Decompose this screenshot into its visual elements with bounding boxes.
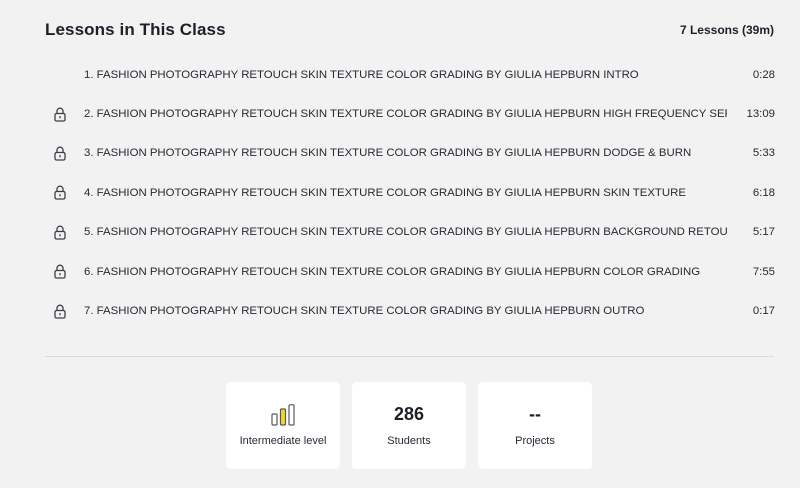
lesson-title[interactable]: 6. FASHION PHOTOGRAPHY RETOUCH SKIN TEXT… bbox=[69, 266, 727, 278]
lesson-duration: 0:28 bbox=[752, 68, 775, 81]
lesson-duration: 5:17 bbox=[752, 226, 775, 239]
lesson-row[interactable]: 1. FASHION PHOTOGRAPHY RETOUCH SKIN TEXT… bbox=[45, 55, 775, 94]
lesson-title[interactable]: 7. FASHION PHOTOGRAPHY RETOUCH SKIN TEXT… bbox=[69, 305, 727, 317]
level-bar-3 bbox=[288, 404, 295, 426]
lessons-page: Lessons in This Class 7 Lessons (39m) 1.… bbox=[0, 0, 800, 488]
lesson-duration: 0:17 bbox=[752, 305, 775, 318]
level-bar-2 bbox=[279, 408, 287, 426]
lock-icon bbox=[45, 223, 69, 241]
lesson-duration: 6:18 bbox=[752, 186, 775, 199]
lesson-count: 7 Lessons (39m) bbox=[679, 23, 774, 37]
lesson-title[interactable]: 4. FASHION PHOTOGRAPHY RETOUCH SKIN TEXT… bbox=[69, 187, 727, 199]
lessons-header: Lessons in This Class 7 Lessons (39m) bbox=[45, 20, 774, 40]
lock-icon bbox=[45, 263, 69, 281]
class-stats: Intermediate level 286 Students -- Proje… bbox=[226, 382, 592, 469]
level-bar-1 bbox=[271, 413, 278, 426]
students-count: 286 bbox=[393, 404, 425, 424]
level-bars-icon bbox=[271, 404, 295, 426]
level-label: Intermediate level bbox=[239, 435, 327, 447]
lesson-title[interactable]: 3. FASHION PHOTOGRAPHY RETOUCH SKIN TEXT… bbox=[69, 147, 727, 159]
lesson-duration: 13:09 bbox=[746, 108, 775, 121]
lesson-title[interactable]: 1. FASHION PHOTOGRAPHY RETOUCH SKIN TEXT… bbox=[69, 69, 727, 81]
lock-icon bbox=[45, 66, 69, 84]
projects-label: Projects bbox=[515, 435, 555, 447]
section-title: Lessons in This Class bbox=[45, 20, 226, 39]
lock-icon bbox=[45, 184, 69, 202]
lesson-row[interactable]: 2. FASHION PHOTOGRAPHY RETOUCH SKIN TEXT… bbox=[45, 94, 775, 133]
lesson-row[interactable]: 5. FASHION PHOTOGRAPHY RETOUCH SKIN TEXT… bbox=[45, 213, 775, 252]
projects-count: -- bbox=[529, 404, 541, 424]
lesson-row[interactable]: 4. FASHION PHOTOGRAPHY RETOUCH SKIN TEXT… bbox=[45, 173, 775, 212]
lesson-row[interactable]: 3. FASHION PHOTOGRAPHY RETOUCH SKIN TEXT… bbox=[45, 134, 775, 173]
lesson-title[interactable]: 5. FASHION PHOTOGRAPHY RETOUCH SKIN TEXT… bbox=[69, 226, 727, 238]
students-label: Students bbox=[387, 435, 431, 447]
lock-icon bbox=[45, 302, 69, 320]
lesson-title[interactable]: 2. FASHION PHOTOGRAPHY RETOUCH SKIN TEXT… bbox=[69, 108, 727, 120]
lesson-duration: 5:33 bbox=[752, 147, 775, 160]
lesson-list: 1. FASHION PHOTOGRAPHY RETOUCH SKIN TEXT… bbox=[45, 55, 775, 331]
lesson-row[interactable]: 7. FASHION PHOTOGRAPHY RETOUCH SKIN TEXT… bbox=[45, 291, 775, 330]
lesson-duration: 7:55 bbox=[752, 265, 775, 278]
lock-icon bbox=[45, 105, 69, 123]
level-card: Intermediate level bbox=[226, 382, 340, 469]
lesson-row[interactable]: 6. FASHION PHOTOGRAPHY RETOUCH SKIN TEXT… bbox=[45, 252, 775, 291]
projects-card: -- Projects bbox=[478, 382, 592, 469]
lock-icon bbox=[45, 144, 69, 162]
divider bbox=[45, 356, 774, 357]
students-card: 286 Students bbox=[352, 382, 466, 469]
